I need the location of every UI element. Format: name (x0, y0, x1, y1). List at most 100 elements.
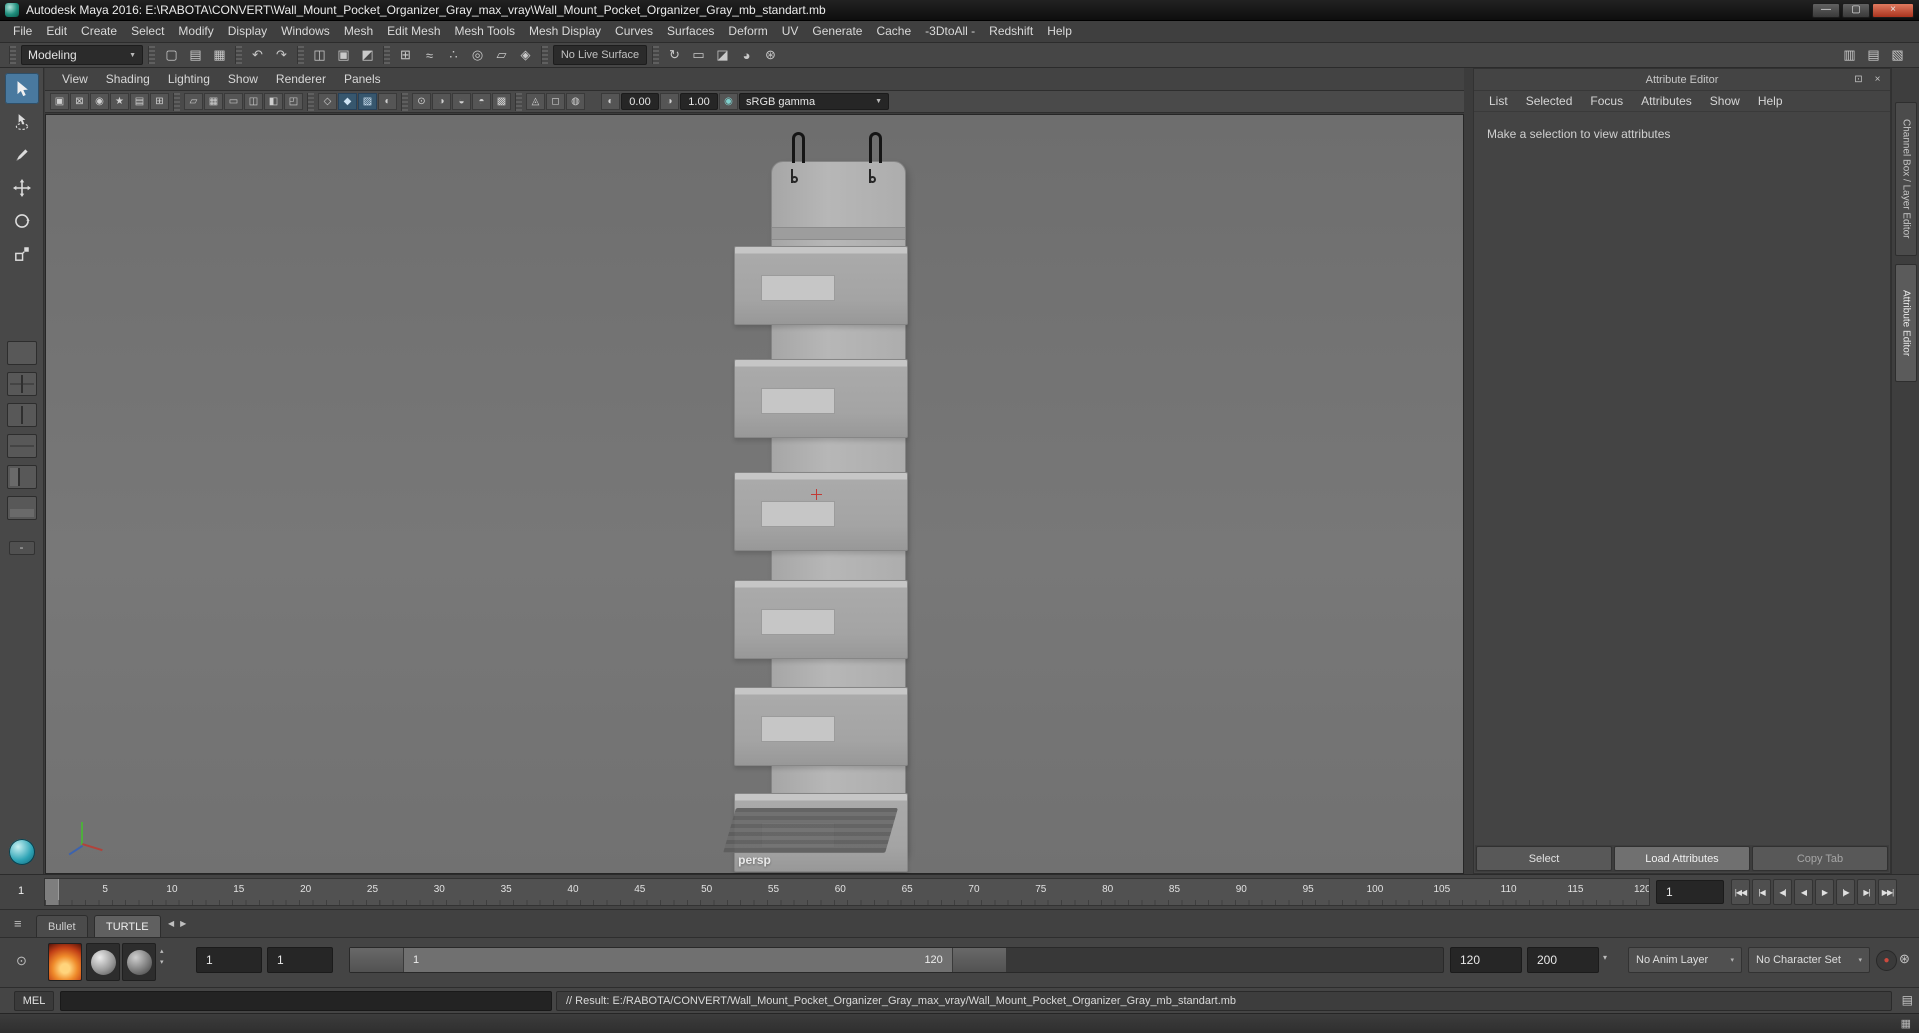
screen-space-ao-icon[interactable]: ◒ (452, 93, 471, 110)
attribute-editor-header[interactable]: Attribute Editor ⊡ × (1474, 69, 1890, 91)
auto-keyframe-toggle-icon[interactable]: ● (1876, 950, 1897, 971)
mel-toggle-button[interactable]: MEL (14, 991, 54, 1011)
minimize-button[interactable]: — (1812, 2, 1840, 18)
plugin-shading-icon[interactable]: ◍ (566, 93, 585, 110)
use-default-material-icon[interactable]: ◐ (378, 93, 397, 110)
live-surface-field[interactable]: No Live Surface (553, 45, 647, 65)
help-line-toggle-icon[interactable]: ▦ (1901, 1017, 1911, 1030)
copy-tab-button[interactable]: Copy Tab (1752, 846, 1888, 871)
character-set-dropdown[interactable]: No Character Set ▾ (1748, 947, 1870, 973)
menu-create[interactable]: Create (74, 21, 124, 42)
camera-attributes-icon[interactable]: ◉ (90, 93, 109, 110)
new-scene-icon[interactable]: ▢ (160, 44, 183, 66)
color-management-icon[interactable]: ◉ (719, 93, 738, 110)
script-editor-icon[interactable]: ▤ (1902, 993, 1913, 1007)
paint-select-tool[interactable] (5, 139, 39, 170)
panel-menu-renderer[interactable]: Renderer (267, 72, 335, 86)
gate-mask-icon[interactable]: ◧ (264, 93, 283, 110)
film-gate-icon[interactable]: ▭ (224, 93, 243, 110)
view-transform-select[interactable]: sRGB gamma ▼ (739, 93, 889, 110)
playback-speed-caret-icon[interactable]: ▾ (1603, 953, 1607, 962)
select-by-component-icon[interactable]: ◩ (356, 44, 379, 66)
rotate-tool[interactable] (5, 205, 39, 236)
panel-menu-view[interactable]: View (53, 72, 97, 86)
current-time-field[interactable]: 1 (1656, 880, 1724, 904)
range-slider-right-handle[interactable] (951, 948, 1006, 972)
select-tool[interactable] (4, 73, 39, 104)
show-tool-settings-icon[interactable]: ▤ (1862, 44, 1885, 66)
menu-edit-mesh[interactable]: Edit Mesh (380, 21, 447, 42)
layout-persp-outliner-button[interactable] (6, 465, 37, 489)
render-swatch-icon[interactable] (48, 943, 82, 981)
snap-to-view-plane-icon[interactable]: ▱ (490, 44, 513, 66)
lighting-icon[interactable]: ⊙ (412, 93, 431, 110)
timeline-options-icon[interactable]: ⊙ (16, 953, 27, 969)
tab-channel-box-layer-editor[interactable]: Channel Box / Layer Editor (1895, 102, 1917, 256)
show-attribute-editor-icon[interactable]: ▥ (1838, 44, 1861, 66)
ipr-render-icon[interactable]: ◕ (735, 44, 758, 66)
snap-to-point-icon[interactable]: ∴ (442, 44, 465, 66)
menu-cache[interactable]: Cache (869, 21, 918, 42)
play-backwards-button[interactable]: ◀ (1794, 879, 1813, 905)
anim-layer-dropdown[interactable]: No Anim Layer ▾ (1628, 947, 1742, 973)
menu-mesh-display[interactable]: Mesh Display (522, 21, 608, 42)
menu-3dtoall[interactable]: -3DtoAll - (918, 21, 982, 42)
gamma-field[interactable]: 1.00 (680, 93, 718, 110)
panel-menu-shading[interactable]: Shading (97, 72, 159, 86)
snap-to-grid-icon[interactable]: ⊞ (394, 44, 417, 66)
xray-icon[interactable]: ◻ (546, 93, 565, 110)
grid-toggle-icon[interactable]: ▦ (204, 93, 223, 110)
menu-edit[interactable]: Edit (39, 21, 74, 42)
play-forwards-button[interactable]: ▶ (1815, 879, 1834, 905)
menu-redshift[interactable]: Redshift (982, 21, 1040, 42)
gamma-icon[interactable]: ◑ (660, 93, 679, 110)
swatch-spin-down-icon[interactable]: ▾ (160, 958, 164, 966)
make-live-icon[interactable]: ◈ (514, 44, 537, 66)
select-by-object-icon[interactable]: ▣ (332, 44, 355, 66)
tabs-prev-icon[interactable]: ◀ (168, 919, 174, 928)
go-to-start-button[interactable]: |◀◀ (1731, 879, 1750, 905)
menu-help[interactable]: Help (1040, 21, 1079, 42)
close-panel-icon[interactable]: × (1870, 72, 1885, 87)
scale-tool[interactable] (5, 238, 39, 269)
tab-turtle[interactable]: TURTLE (94, 915, 161, 938)
panel-menu-panels[interactable]: Panels (335, 72, 390, 86)
step-forward-frame-button[interactable]: |▶ (1836, 879, 1855, 905)
ae-menu-focus[interactable]: Focus (1581, 94, 1632, 108)
render-current-frame-icon[interactable]: ◪ (711, 44, 734, 66)
render-settings-icon[interactable]: ⊛ (759, 44, 782, 66)
redo-icon[interactable]: ↷ (270, 44, 293, 66)
animation-start-field[interactable]: 1 (196, 947, 262, 973)
ae-menu-selected[interactable]: Selected (1517, 94, 1582, 108)
maximize-button[interactable]: ▢ (1842, 2, 1870, 18)
range-slider-track[interactable]: 1 120 (349, 947, 1444, 973)
panel-menu-show[interactable]: Show (219, 72, 267, 86)
step-back-key-button[interactable]: |◀ (1752, 879, 1771, 905)
menu-display[interactable]: Display (221, 21, 274, 42)
move-tool[interactable] (5, 172, 39, 203)
playback-start-field[interactable]: 1 (267, 947, 333, 973)
animation-preferences-icon[interactable]: ⊛ (1899, 951, 1910, 967)
ae-menu-list[interactable]: List (1480, 94, 1517, 108)
lock-camera-icon[interactable]: ⊠ (70, 93, 89, 110)
undo-icon[interactable]: ↶ (246, 44, 269, 66)
menu-surfaces[interactable]: Surfaces (660, 21, 721, 42)
layout-two-pane-stacked-button[interactable] (6, 434, 37, 458)
toolbox-collapse-button[interactable]: - (8, 541, 35, 555)
menu-generate[interactable]: Generate (805, 21, 869, 42)
float-panel-icon[interactable]: ⊡ (1851, 72, 1866, 87)
range-slider-active-range[interactable]: 1 120 (350, 948, 1006, 972)
isolate-select-icon[interactable]: ◬ (526, 93, 545, 110)
open-render-view-icon[interactable]: ▭ (687, 44, 710, 66)
layout-four-pane-button[interactable] (6, 372, 37, 396)
load-attributes-button[interactable]: Load Attributes (1614, 846, 1750, 871)
select-button[interactable]: Select (1476, 846, 1612, 871)
step-forward-key-button[interactable]: ▶| (1857, 879, 1876, 905)
exposure-field[interactable]: 0.00 (621, 93, 659, 110)
tab-bullet[interactable]: Bullet (36, 915, 88, 938)
shadows-icon[interactable]: ◑ (432, 93, 451, 110)
textured-icon[interactable]: ▨ (358, 93, 377, 110)
menu-select[interactable]: Select (124, 21, 171, 42)
go-to-end-button[interactable]: ▶▶| (1878, 879, 1897, 905)
current-frame-marker[interactable] (45, 879, 59, 905)
